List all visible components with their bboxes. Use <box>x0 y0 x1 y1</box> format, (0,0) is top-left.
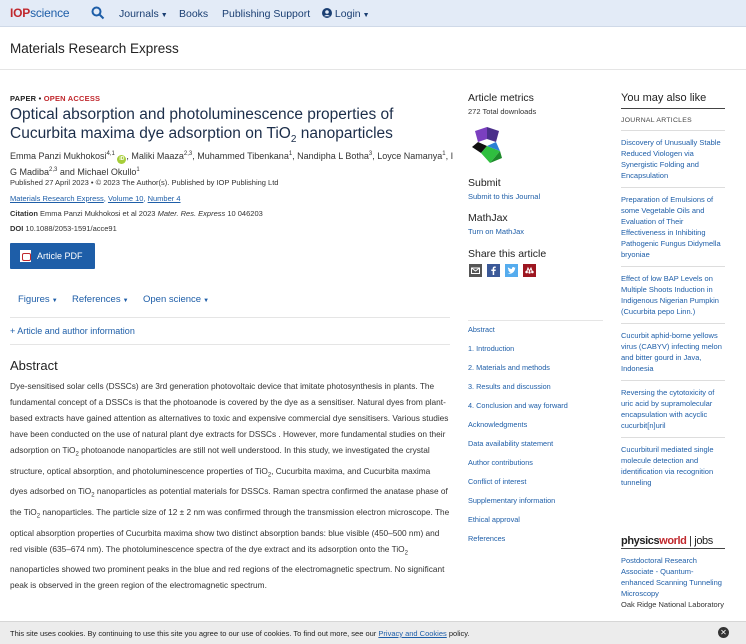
article-type: PAPER • OPEN ACCESS <box>10 94 101 103</box>
abstract-text: Dye-sensitised solar cells (DSSCs) are 3… <box>10 381 450 591</box>
related-article-link[interactable]: Reversing the cytotoxicity of uric acid … <box>621 380 725 437</box>
citation: Citation Emma Panzi Mukhokosi et al 2023… <box>10 209 263 218</box>
mathjax-section: MathJax Turn on MathJax <box>468 212 603 236</box>
cookie-banner: This site uses cookies. By continuing to… <box>0 621 746 644</box>
related-article-link[interactable]: Cucurbit aphid-borne yellows virus (CABY… <box>621 323 725 380</box>
volume-link[interactable]: Volume 10 <box>108 194 143 203</box>
altmetric-badge-icon[interactable] <box>470 127 504 165</box>
journal-title[interactable]: Materials Research Express <box>10 41 179 56</box>
nav-books[interactable]: Books <box>179 8 208 20</box>
toc-item[interactable]: Ethical approval <box>468 515 603 534</box>
tab-figures[interactable]: Figures ▼ <box>18 294 58 305</box>
submit-section: Submit Submit to this Journal <box>468 177 603 201</box>
divider <box>10 344 450 345</box>
abstract-heading: Abstract <box>10 358 58 373</box>
journal-issue-links: Materials Research Express, Volume 10, N… <box>10 194 181 203</box>
email-share-icon[interactable] <box>469 264 482 277</box>
toc-item[interactable]: 1. Introduction <box>468 344 603 363</box>
facebook-share-icon[interactable] <box>487 264 500 277</box>
chevron-down-icon: ▼ <box>362 12 370 19</box>
open-access-badge: OPEN ACCESS <box>43 94 101 103</box>
toc-item[interactable]: Conflict of interest <box>468 477 603 496</box>
toc-item[interactable]: Author contributions <box>468 458 603 477</box>
article-metrics: Article metrics 272 Total downloads <box>468 92 537 116</box>
divider <box>468 320 603 321</box>
toc-item[interactable]: References <box>468 534 603 553</box>
toc-item[interactable]: Supplementary information <box>468 496 603 515</box>
privacy-cookies-link[interactable]: Privacy and Cookies <box>378 629 446 638</box>
toc-item[interactable]: 3. Results and discussion <box>468 382 603 401</box>
nav-login[interactable]: Login ▼ <box>322 8 370 20</box>
search-icon[interactable] <box>91 6 105 20</box>
submit-link[interactable]: Submit to this Journal <box>468 192 603 201</box>
user-icon <box>322 8 332 18</box>
mendeley-share-icon[interactable] <box>523 264 536 277</box>
number-link[interactable]: Number 4 <box>148 194 181 203</box>
toc-item[interactable]: 4. Conclusion and way forward <box>468 401 603 420</box>
author-link[interactable]: Emma Panzi Mukhokosi <box>10 151 107 161</box>
physicsworld-jobs-logo[interactable]: physicsworld | jobs <box>621 531 725 549</box>
author-list: Emma Panzi Mukhokosi4,1 iD, Maliki Maaza… <box>10 151 454 177</box>
close-icon[interactable]: ✕ <box>718 627 729 638</box>
divider <box>10 317 450 318</box>
publication-info: Published 27 April 2023 • © 2023 The Aut… <box>10 178 279 187</box>
chevron-down-icon: ▼ <box>122 298 129 304</box>
toc-item[interactable]: Abstract <box>468 325 603 344</box>
job-organization: Oak Ridge National Laboratory <box>621 600 724 609</box>
table-of-contents: Abstract 1. Introduction 2. Materials an… <box>468 325 603 553</box>
toc-item[interactable]: Acknowledgments <box>468 420 603 439</box>
pdf-icon <box>20 250 31 262</box>
nav-publishing-support[interactable]: Publishing Support <box>222 8 310 20</box>
iopscience-logo[interactable]: IOPscience <box>10 6 70 20</box>
journal-link[interactable]: Materials Research Express <box>10 194 104 203</box>
related-article-link[interactable]: Cucurbituril mediated single molecule de… <box>621 437 725 494</box>
mathjax-toggle-link[interactable]: Turn on MathJax <box>468 227 603 236</box>
nav-journals[interactable]: Journals ▼ <box>119 8 168 20</box>
journal-bar: Materials Research Express <box>0 28 746 70</box>
tab-open-science[interactable]: Open science ▼ <box>143 294 209 305</box>
job-title-link[interactable]: Postdoctoral Research Associate - Quantu… <box>621 555 725 599</box>
job-listing: Postdoctoral Research Associate - Quantu… <box>621 555 725 610</box>
twitter-share-icon[interactable] <box>505 264 518 277</box>
article-author-info-toggle[interactable]: + Article and author information <box>10 326 135 336</box>
chevron-down-icon: ▼ <box>203 298 210 304</box>
toc-item[interactable]: Data availability statement <box>468 439 603 458</box>
share-icons <box>469 264 536 277</box>
share-section: Share this article <box>468 248 547 260</box>
toc-item[interactable]: 2. Materials and methods <box>468 363 603 382</box>
chevron-down-icon: ▼ <box>51 298 58 304</box>
related-article-link[interactable]: Effect of low BAP Levels on Multiple Sho… <box>621 266 725 323</box>
related-articles: You may also like JOURNAL ARTICLES Disco… <box>621 92 725 494</box>
related-article-link[interactable]: Discovery of Unusually Stable Reduced Vi… <box>621 130 725 187</box>
chevron-down-icon: ▼ <box>160 12 168 19</box>
top-nav-bar: IOPscience Journals ▼ Books Publishing Su… <box>0 0 746 27</box>
doi: DOI 10.1088/2053-1591/acce91 <box>10 224 117 233</box>
article-pdf-button[interactable]: Article PDF <box>10 243 95 269</box>
tab-references[interactable]: References ▼ <box>72 294 129 305</box>
article-title: Optical absorption and photoluminescence… <box>10 106 394 146</box>
related-article-link[interactable]: Preparation of Emulsions of some Vegetab… <box>621 187 725 266</box>
